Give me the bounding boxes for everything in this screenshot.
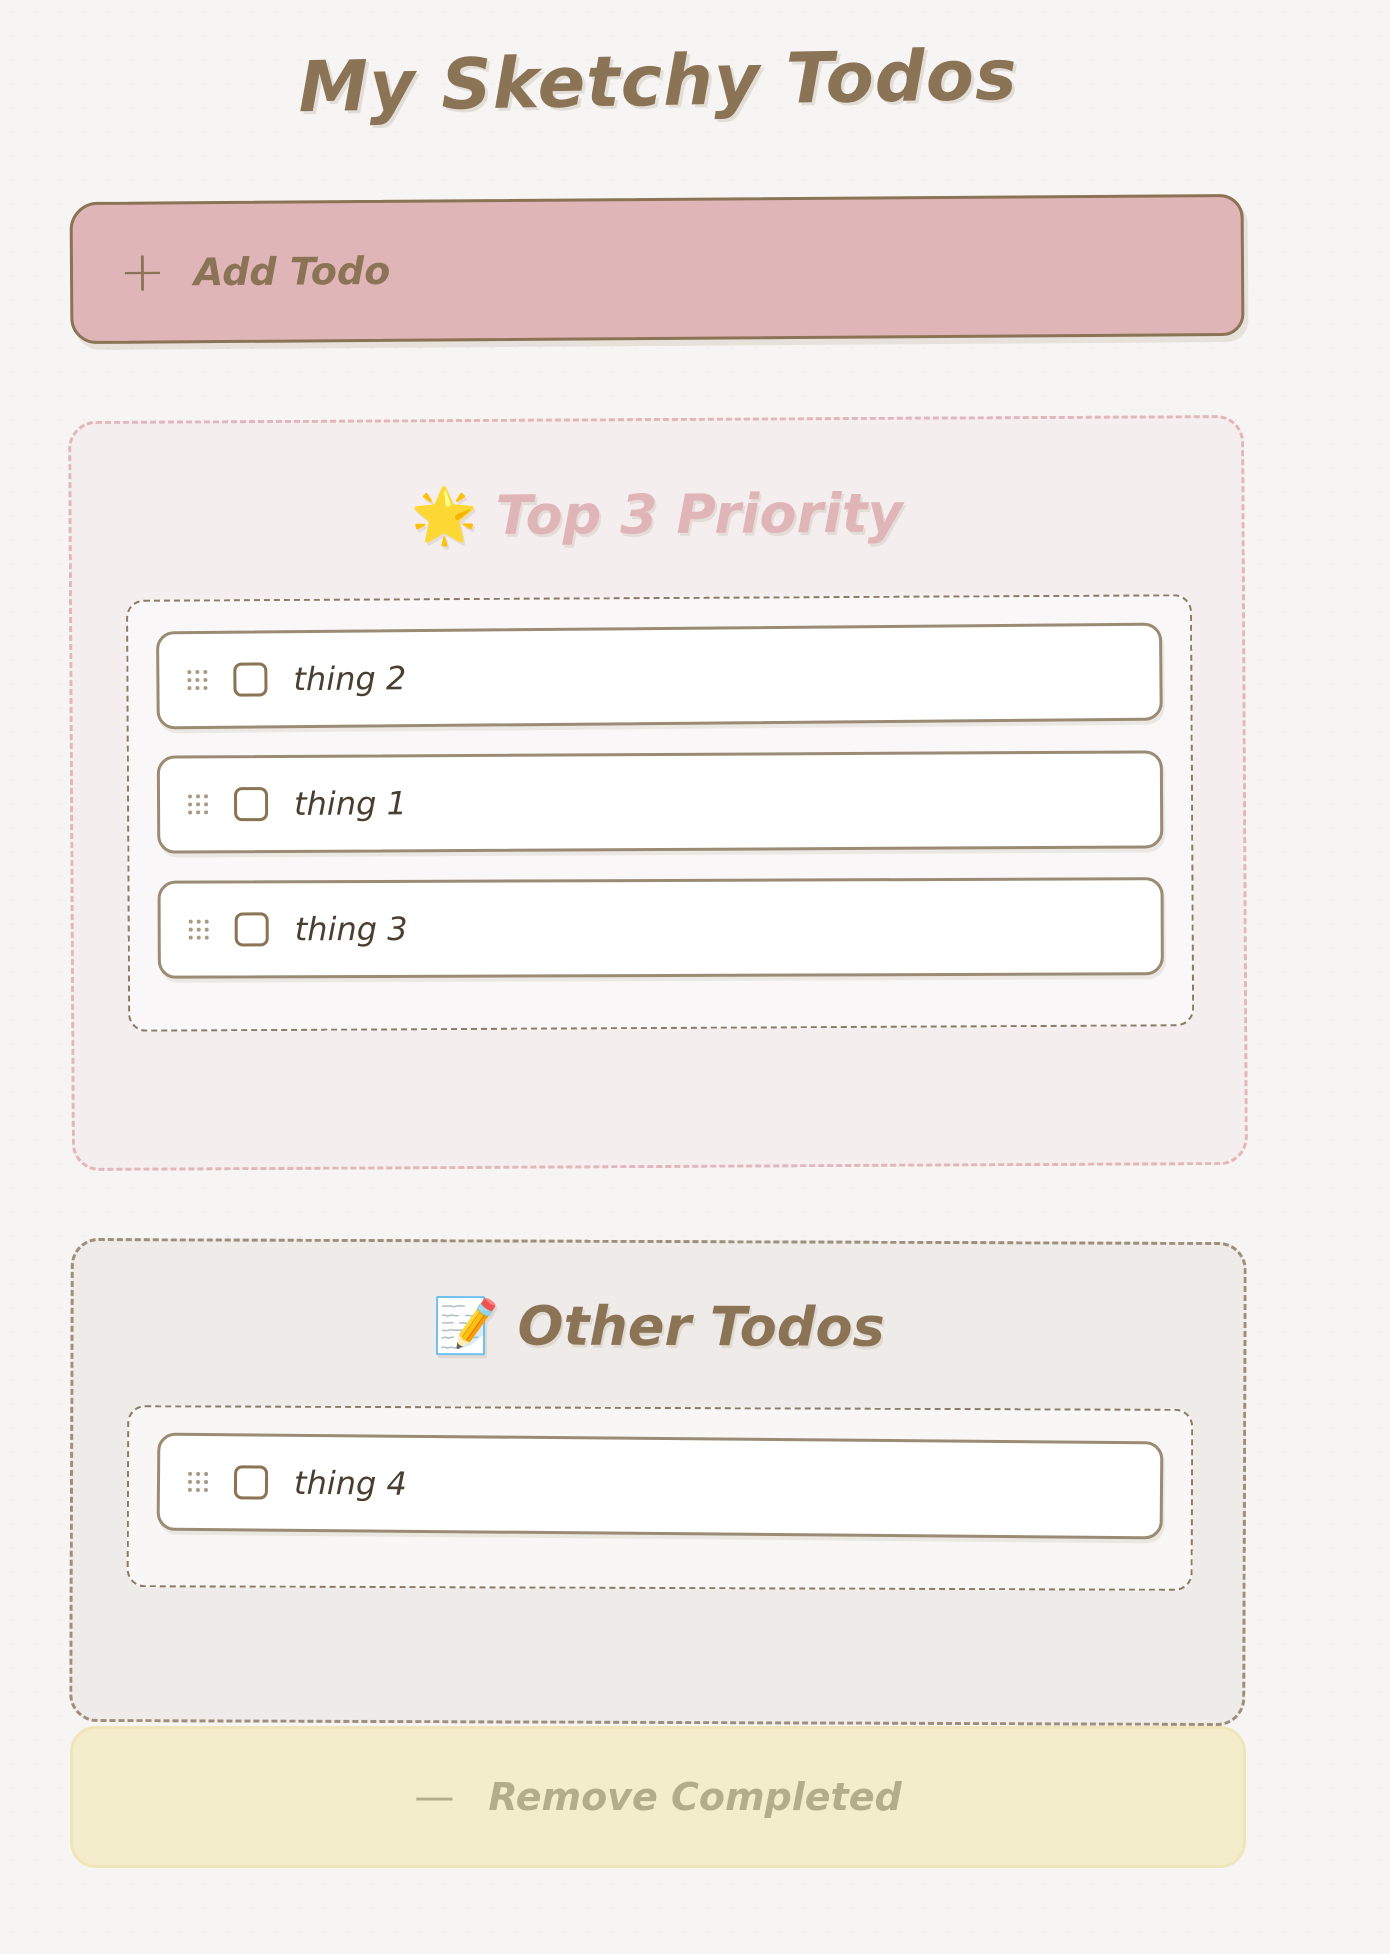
todo-item[interactable]: thing 1 — [156, 750, 1164, 854]
other-title-text: Other Todos — [517, 1294, 885, 1359]
other-todos-section: 📝 Other Todos thing 4 — [69, 1237, 1247, 1727]
remove-completed-label: Remove Completed — [488, 1775, 902, 1819]
drag-handle-icon[interactable] — [187, 1471, 209, 1493]
todo-text: thing 2 — [293, 659, 407, 699]
todo-checkbox[interactable] — [233, 662, 268, 697]
memo-icon: 📝 — [432, 1294, 500, 1358]
priority-todo-list: thing 2 thing 1 thing 3 — [125, 594, 1195, 1032]
priority-title-text: Top 3 Priority — [495, 481, 903, 547]
star-icon: 🌟 — [410, 483, 478, 548]
drag-handle-icon[interactable] — [188, 794, 209, 815]
drag-handle-icon[interactable] — [188, 919, 209, 940]
other-section-title: 📝 Other Todos — [73, 1293, 1243, 1361]
other-todo-list: thing 4 — [126, 1405, 1194, 1591]
plus-icon: + — [118, 239, 167, 305]
todo-item[interactable]: thing 2 — [155, 622, 1163, 730]
add-todo-button[interactable]: + Add Todo — [69, 193, 1245, 345]
priority-section-title: 🌟 Top 3 Priority — [71, 480, 1241, 550]
todo-checkbox[interactable] — [234, 912, 269, 947]
todo-item[interactable]: thing 4 — [156, 1432, 1164, 1540]
todo-text: thing 3 — [294, 909, 408, 949]
todo-item[interactable]: thing 3 — [157, 877, 1164, 979]
todo-checkbox[interactable] — [233, 787, 269, 822]
remove-completed-button[interactable]: — Remove Completed — [70, 1726, 1246, 1868]
todo-text: thing 4 — [293, 1463, 408, 1503]
minus-icon: — — [414, 1774, 455, 1820]
todo-checkbox[interactable] — [233, 1465, 269, 1500]
todo-text: thing 1 — [293, 784, 407, 823]
drag-handle-icon[interactable] — [187, 669, 208, 691]
page-title: My Sketchy Todos — [297, 33, 1019, 129]
priority-section: 🌟 Top 3 Priority thing 2 thing 1 thing 3 — [68, 414, 1248, 1172]
add-todo-label: Add Todo — [193, 248, 391, 295]
